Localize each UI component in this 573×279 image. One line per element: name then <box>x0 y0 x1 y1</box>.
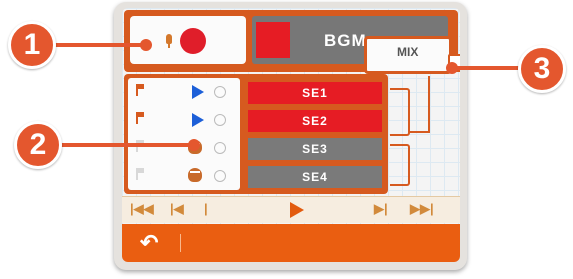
connector-line <box>428 76 430 133</box>
transport-bar: |◀◀ |◀ | ▶| ▶▶| <box>122 196 460 223</box>
play-icon[interactable] <box>192 113 204 127</box>
track-controls <box>128 78 240 190</box>
play-icon[interactable] <box>192 85 204 99</box>
dial-icon[interactable] <box>214 86 226 98</box>
skip-last-button[interactable]: ▶▶| <box>410 201 434 217</box>
callout-line <box>56 143 192 147</box>
track-slot-se1[interactable]: SE1 <box>248 82 382 104</box>
bgm-color-swatch <box>256 22 290 58</box>
step-forward-button[interactable]: ▶| <box>374 201 388 217</box>
editor-screen: BGM MIX SE1 SE2 SE3 SE4 |◀◀ |◀ | ▶| ▶▶| … <box>122 8 460 262</box>
back-icon[interactable]: ↶ <box>140 230 158 256</box>
bracket-connector <box>390 144 410 186</box>
drum-icon[interactable] <box>188 168 202 182</box>
mic-icon <box>166 34 172 48</box>
mix-panel[interactable]: MIX <box>364 36 452 74</box>
record-icon[interactable] <box>180 28 206 54</box>
callout-3: 3 <box>518 45 566 93</box>
track-slot-se2[interactable]: SE2 <box>248 110 382 132</box>
track-row <box>128 78 240 106</box>
bgm-label: BGM <box>324 31 367 50</box>
callout-dot <box>188 139 200 151</box>
flag-icon[interactable] <box>136 112 146 124</box>
position-tick: | <box>204 201 208 216</box>
callout-line <box>52 43 144 47</box>
track-row <box>128 162 240 190</box>
callout-1: 1 <box>8 21 56 69</box>
connector-line <box>408 131 430 133</box>
mix-label: MIX <box>397 45 419 59</box>
callout-dot <box>446 62 458 74</box>
dial-icon[interactable] <box>214 114 226 126</box>
track-slot-se4[interactable]: SE4 <box>248 166 382 188</box>
bottom-bar: ↶ <box>122 224 460 262</box>
sound-effects-panel: SE1 SE2 SE3 SE4 <box>124 74 388 194</box>
play-icon[interactable] <box>290 202 304 218</box>
dial-icon[interactable] <box>214 170 226 182</box>
callout-line <box>454 66 526 70</box>
callout-2: 2 <box>14 121 62 169</box>
bracket-connector <box>390 88 410 136</box>
track-slot-se3[interactable]: SE3 <box>248 138 382 160</box>
callout-dot <box>140 39 152 51</box>
dial-icon[interactable] <box>214 142 226 154</box>
divider <box>180 234 181 252</box>
track-row <box>128 134 240 162</box>
step-back-button[interactable]: |◀ <box>170 201 184 217</box>
flag-icon[interactable] <box>136 168 146 180</box>
track-row <box>128 106 240 134</box>
flag-icon[interactable] <box>136 84 146 96</box>
skip-first-button[interactable]: |◀◀ <box>130 201 154 217</box>
